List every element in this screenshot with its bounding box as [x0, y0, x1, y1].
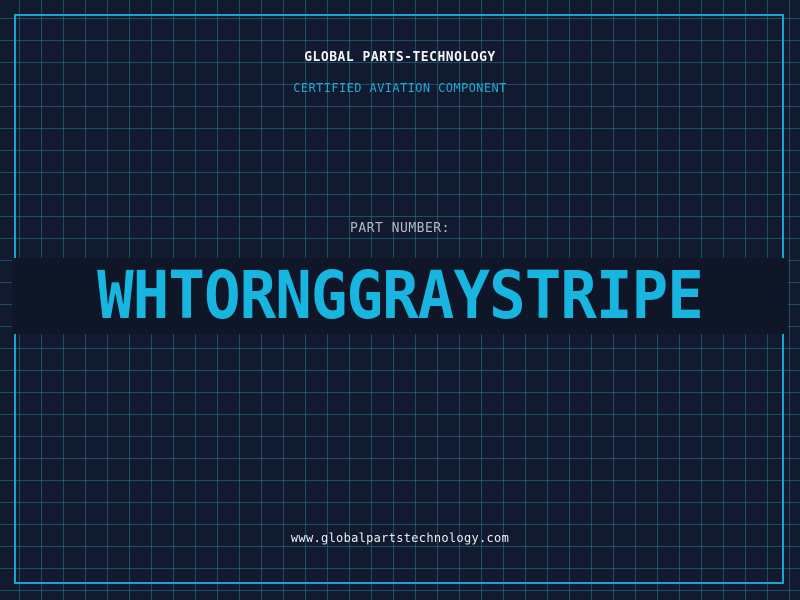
part-number-value: WHTORNGGRAYSTRIPE [97, 257, 704, 334]
certification-subtitle: CERTIFIED AVIATION COMPONENT [293, 81, 507, 95]
part-number-label: PART NUMBER: [350, 221, 450, 236]
company-name: GLOBAL PARTS-TECHNOLOGY [304, 50, 496, 65]
website-link[interactable]: www.globalpartstechnology.com [0, 531, 800, 545]
certificate-page: GLOBAL PARTS-TECHNOLOGY CERTIFIED AVIATI… [0, 0, 800, 600]
